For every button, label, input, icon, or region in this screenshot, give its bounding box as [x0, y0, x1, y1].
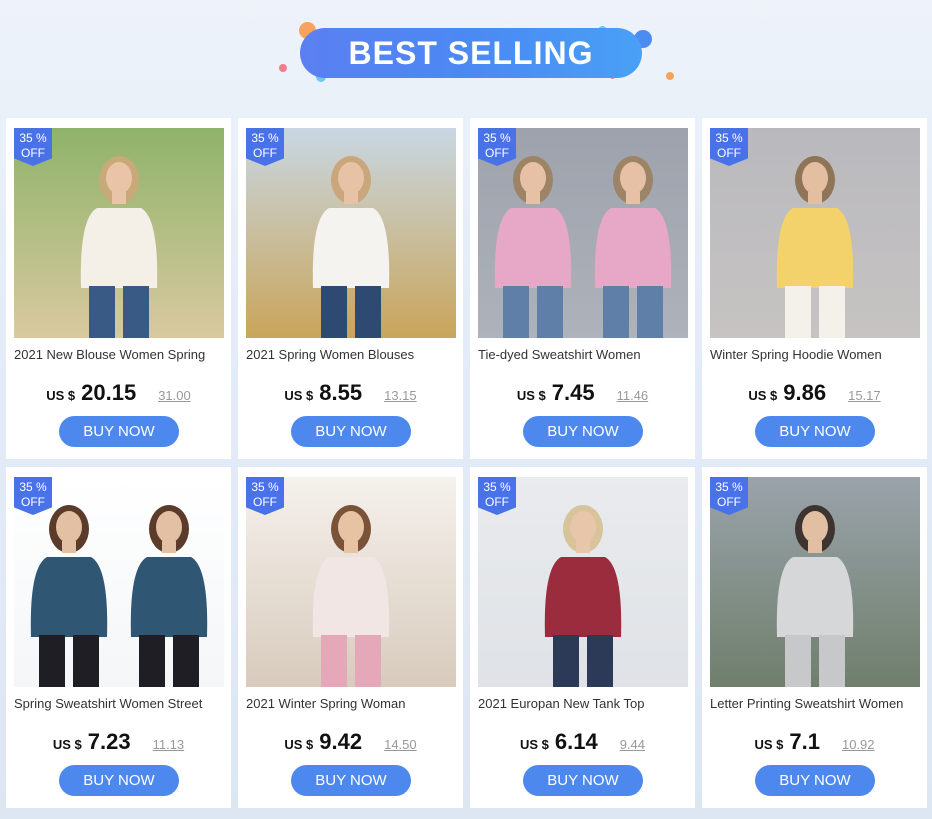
- discount-badge: 35 % OFF: [14, 477, 52, 515]
- product-image[interactable]: 35 % OFF: [710, 128, 920, 338]
- banner-pill: BEST SELLING: [300, 28, 642, 78]
- price-row: US $ 9.42 14.50: [238, 729, 463, 755]
- product-title[interactable]: Letter Printing Sweatshirt Women: [710, 696, 922, 711]
- product-image[interactable]: 35 % OFF: [246, 477, 456, 687]
- product-title[interactable]: Spring Sweatshirt Women Street: [14, 696, 226, 711]
- discount-off-label: OFF: [253, 146, 277, 160]
- discount-off-label: OFF: [717, 495, 741, 509]
- discount-percent: 35 %: [715, 480, 743, 494]
- currency-label: US $: [748, 388, 778, 403]
- sale-price: 7.23: [87, 729, 131, 754]
- discount-badge: 35 % OFF: [14, 128, 52, 166]
- price-row: US $ 8.55 13.15: [238, 380, 463, 406]
- price-row: US $ 7.23 11.13: [6, 729, 231, 755]
- discount-badge: 35 % OFF: [478, 477, 516, 515]
- decor-dot: [279, 64, 287, 72]
- original-price: 15.17: [848, 388, 881, 403]
- product-image[interactable]: 35 % OFF: [478, 128, 688, 338]
- buy-now-button[interactable]: BUY NOW: [59, 416, 179, 447]
- product-title[interactable]: Winter Spring Hoodie Women: [710, 347, 922, 362]
- product-card[interactable]: 35 % OFF Spring Sweatshirt Women Street …: [6, 467, 231, 808]
- buy-now-button[interactable]: BUY NOW: [291, 416, 411, 447]
- product-card[interactable]: 35 % OFF 2021 Spring Women Blouses US $ …: [238, 118, 463, 459]
- product-card[interactable]: 35 % OFF Letter Printing Sweatshirt Wome…: [702, 467, 927, 808]
- best-selling-banner: BEST SELLING: [0, 0, 932, 118]
- product-title[interactable]: 2021 Europan New Tank Top: [478, 696, 690, 711]
- product-image[interactable]: 35 % OFF: [478, 477, 688, 687]
- product-card[interactable]: 35 % OFF Winter Spring Hoodie Women US $…: [702, 118, 927, 459]
- discount-badge: 35 % OFF: [246, 128, 284, 166]
- sale-price: 9.42: [319, 729, 363, 754]
- discount-off-label: OFF: [253, 495, 277, 509]
- discount-percent: 35 %: [483, 131, 511, 145]
- product-image[interactable]: 35 % OFF: [710, 477, 920, 687]
- original-price: 13.15: [384, 388, 417, 403]
- sale-price: 9.86: [783, 380, 827, 405]
- currency-label: US $: [52, 737, 82, 752]
- product-card[interactable]: 35 % OFF 2021 New Blouse Women Spring US…: [6, 118, 231, 459]
- product-image[interactable]: 35 % OFF: [14, 128, 224, 338]
- discount-percent: 35 %: [19, 131, 47, 145]
- original-price: 11.46: [616, 388, 649, 403]
- price-row: US $ 7.1 10.92: [702, 729, 927, 755]
- discount-off-label: OFF: [21, 495, 45, 509]
- product-card[interactable]: 35 % OFF 2021 Winter Spring Woman US $ 9…: [238, 467, 463, 808]
- original-price: 11.13: [152, 737, 185, 752]
- sale-price: 8.55: [319, 380, 363, 405]
- discount-off-label: OFF: [21, 146, 45, 160]
- sale-price: 20.15: [81, 380, 137, 405]
- product-image[interactable]: 35 % OFF: [246, 128, 456, 338]
- discount-percent: 35 %: [19, 480, 47, 494]
- currency-label: US $: [284, 737, 314, 752]
- currency-label: US $: [284, 388, 314, 403]
- sale-price: 7.1: [789, 729, 820, 754]
- discount-percent: 35 %: [715, 131, 743, 145]
- buy-now-button[interactable]: BUY NOW: [523, 416, 643, 447]
- discount-badge: 35 % OFF: [478, 128, 516, 166]
- original-price: 10.92: [841, 737, 875, 752]
- currency-label: US $: [46, 388, 76, 403]
- price-row: US $ 6.14 9.44: [470, 729, 695, 755]
- discount-off-label: OFF: [717, 146, 741, 160]
- currency-label: US $: [754, 737, 784, 752]
- discount-percent: 35 %: [251, 480, 279, 494]
- original-price: 9.44: [619, 737, 646, 752]
- currency-label: US $: [516, 388, 546, 403]
- product-title[interactable]: 2021 Winter Spring Woman: [246, 696, 458, 711]
- product-grid: 35 % OFF 2021 New Blouse Women Spring US…: [6, 118, 927, 808]
- product-title[interactable]: Tie-dyed Sweatshirt Women: [478, 347, 690, 362]
- discount-badge: 35 % OFF: [246, 477, 284, 515]
- decor-dot: [666, 72, 674, 80]
- price-row: US $ 20.15 31.00: [6, 380, 231, 406]
- buy-now-button[interactable]: BUY NOW: [755, 416, 875, 447]
- sale-price: 7.45: [551, 380, 595, 405]
- price-row: US $ 9.86 15.17: [702, 380, 927, 406]
- original-price: 14.50: [384, 737, 417, 752]
- product-title[interactable]: 2021 Spring Women Blouses: [246, 347, 458, 362]
- currency-label: US $: [519, 737, 549, 752]
- buy-now-button[interactable]: BUY NOW: [291, 765, 411, 796]
- discount-badge: 35 % OFF: [710, 477, 748, 515]
- product-title[interactable]: 2021 New Blouse Women Spring: [14, 347, 226, 362]
- product-card[interactable]: 35 % OFF 2021 Europan New Tank Top US $ …: [470, 467, 695, 808]
- discount-off-label: OFF: [485, 146, 509, 160]
- price-row: US $ 7.45 11.46: [470, 380, 695, 406]
- discount-off-label: OFF: [485, 495, 509, 509]
- buy-now-button[interactable]: BUY NOW: [755, 765, 875, 796]
- banner-title: BEST SELLING: [348, 34, 594, 71]
- original-price: 31.00: [158, 388, 191, 403]
- discount-percent: 35 %: [483, 480, 511, 494]
- discount-percent: 35 %: [251, 131, 279, 145]
- sale-price: 6.14: [554, 729, 598, 754]
- product-image[interactable]: 35 % OFF: [14, 477, 224, 687]
- product-card[interactable]: 35 % OFF Tie-dyed Sweatshirt Women US $ …: [470, 118, 695, 459]
- discount-badge: 35 % OFF: [710, 128, 748, 166]
- buy-now-button[interactable]: BUY NOW: [523, 765, 643, 796]
- buy-now-button[interactable]: BUY NOW: [59, 765, 179, 796]
